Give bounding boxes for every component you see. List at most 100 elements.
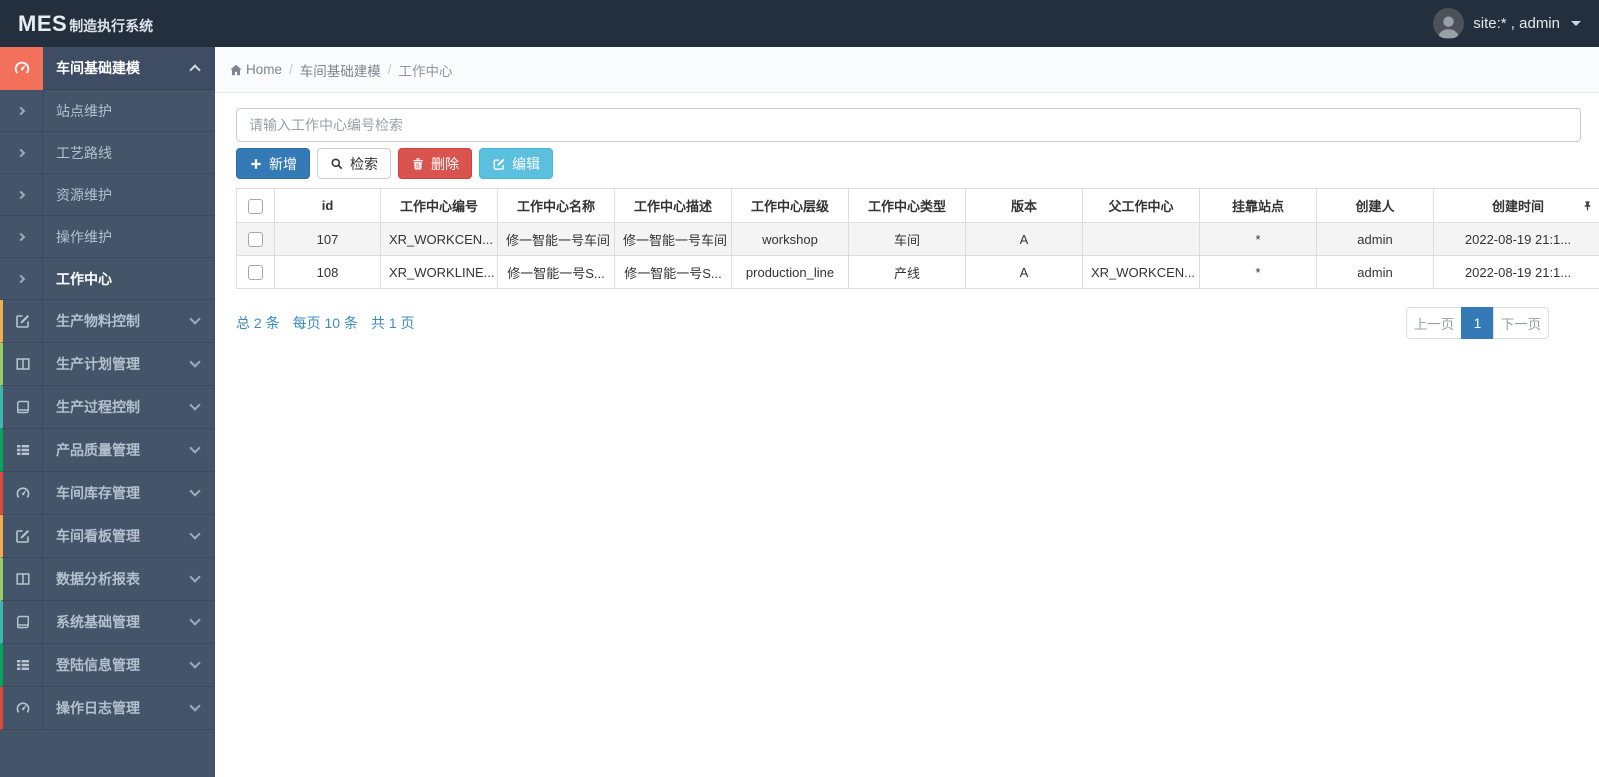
sidebar-item-label: 生产过程控制 — [56, 399, 140, 415]
sidebar-item-label: 车间看板管理 — [56, 528, 140, 544]
columns-icon — [3, 557, 43, 601]
sidebar-item-material-control[interactable]: 生产物料控制 — [0, 299, 215, 343]
row-checkbox[interactable] — [248, 232, 263, 248]
add-button-label: 新增 — [269, 155, 297, 172]
sidebar-item-process-route[interactable]: 工艺路线 — [0, 131, 215, 174]
sidebar-item-label: 工艺路线 — [56, 144, 112, 161]
row-checkbox[interactable] — [248, 265, 263, 281]
sidebar-item-resource-maintenance[interactable]: 资源维护 — [0, 173, 215, 216]
pagination-total: 总 2 条 — [236, 315, 280, 331]
sidebar-item-operation-maintenance[interactable]: 操作维护 — [0, 215, 215, 258]
column-header-type: 工作中心类型 — [848, 188, 966, 223]
delete-button-label: 删除 — [431, 155, 459, 172]
breadcrumb-home-label: Home — [246, 62, 283, 77]
breadcrumb-section-link[interactable]: 车间基础建模 — [300, 60, 381, 80]
column-header-station: 挂靠站点 — [1199, 188, 1317, 223]
column-header-creator: 创建人 — [1316, 188, 1434, 223]
caret-down-icon — [1571, 21, 1581, 26]
sidebar-item-label: 产品质量管理 — [56, 442, 140, 458]
home-icon — [230, 64, 242, 75]
breadcrumb-home-link[interactable]: Home — [229, 62, 282, 77]
cell-station: * — [1199, 255, 1317, 289]
chevron-right-icon — [0, 89, 43, 132]
sidebar-item-plan-management[interactable]: 生产计划管理 — [0, 342, 215, 386]
column-header-id: id — [274, 188, 381, 223]
cell-level: workshop — [731, 222, 849, 256]
chevron-down-icon — [189, 313, 201, 325]
cell-id: 107 — [274, 222, 381, 256]
user-avatar — [1433, 8, 1465, 39]
sidebar-item-label: 工作中心 — [56, 270, 112, 287]
table-row: 108 XR_WORKLINE... 修一智能一号S... 修一智能一号S...… — [236, 255, 1599, 289]
sidebar-item-system-management[interactable]: 系统基础管理 — [0, 600, 215, 644]
cell-created-time: 2022-08-19 21:1... — [1433, 222, 1599, 256]
chevron-down-icon — [189, 614, 201, 626]
column-header-name: 工作中心名称 — [497, 188, 615, 223]
breadcrumb-separator: / — [289, 62, 293, 77]
user-menu[interactable]: site:* , admin — [1433, 8, 1581, 39]
pagination-page-count: 共 1 页 — [370, 315, 415, 331]
search-button[interactable]: 检索 — [317, 148, 391, 179]
user-label: site:* , admin — [1473, 15, 1560, 32]
main-content: Home / 车间基础建模 / 工作中心 新增 检索 删除 — [215, 47, 1599, 777]
cell-id: 108 — [274, 255, 381, 289]
sidebar-item-label: 车间库存管理 — [56, 485, 140, 501]
sidebar-item-login-info-management[interactable]: 登陆信息管理 — [0, 643, 215, 687]
sidebar-group-workshop-modeling[interactable]: 车间基础建模 — [0, 46, 215, 90]
sidebar-item-station-maintenance[interactable]: 站点维护 — [0, 89, 215, 132]
chevron-right-icon — [0, 257, 43, 300]
chevron-down-icon — [189, 700, 201, 712]
search-icon — [331, 157, 343, 169]
edit-button-label: 编辑 — [512, 155, 540, 172]
cell-type: 车间 — [848, 222, 966, 256]
pin-column-icon[interactable] — [1582, 200, 1593, 211]
page-1-button[interactable]: 1 — [1461, 307, 1494, 339]
delete-button[interactable]: 删除 — [398, 148, 472, 179]
column-header-created-time-label: 创建时间 — [1491, 199, 1544, 214]
select-all-checkbox[interactable] — [248, 198, 263, 214]
cell-parent: XR_WORKCEN... — [1082, 255, 1200, 289]
sidebar-item-label: 操作日志管理 — [56, 700, 140, 716]
cell-version: A — [965, 255, 1083, 289]
chevron-up-icon — [189, 64, 201, 76]
pencil-square-icon — [3, 514, 43, 558]
sidebar-item-kanban-management[interactable]: 车间看板管理 — [0, 514, 215, 558]
table-header-row: id 工作中心编号 工作中心名称 工作中心描述 工作中心层级 工作中心类型 版本… — [236, 188, 1599, 223]
brand-primary-text: MES — [18, 10, 68, 36]
chevron-right-icon — [0, 131, 43, 174]
row-select-cell — [236, 222, 275, 256]
book-icon — [3, 385, 43, 429]
sidebar-item-process-control[interactable]: 生产过程控制 — [0, 385, 215, 429]
cell-station: * — [1199, 222, 1317, 256]
sidebar-item-work-center-active[interactable]: 工作中心 — [0, 257, 215, 300]
trash-icon — [413, 157, 423, 170]
list-icon — [3, 428, 43, 472]
chevron-down-icon — [189, 571, 201, 583]
next-page-button[interactable]: 下一页 — [1493, 307, 1549, 339]
book-icon — [3, 600, 43, 644]
search-input[interactable] — [236, 108, 1581, 142]
select-all-cell — [236, 188, 275, 223]
add-button[interactable]: 新增 — [236, 148, 310, 179]
pagination-controls: 上一页 1 下一页 — [1406, 307, 1549, 339]
edit-button[interactable]: 编辑 — [479, 148, 553, 179]
chevron-down-icon — [189, 528, 201, 540]
pencil-square-icon — [3, 299, 43, 343]
breadcrumb-separator: / — [387, 62, 392, 77]
sidebar-item-label: 操作维护 — [56, 228, 112, 245]
brand-logo: MES 制造执行系统 — [18, 11, 153, 37]
edit-icon — [493, 158, 505, 170]
column-header-version: 版本 — [965, 188, 1083, 223]
cell-version: A — [965, 222, 1083, 256]
chevron-down-icon — [189, 657, 201, 669]
sidebar-item-analysis-report[interactable]: 数据分析报表 — [0, 557, 215, 601]
sidebar-item-operation-log-management[interactable]: 操作日志管理 — [0, 686, 215, 730]
pagination: 总 2 条 每页 10 条 共 1 页 上一页 1 下一页 — [236, 307, 1599, 339]
sidebar-item-quality-management[interactable]: 产品质量管理 — [0, 428, 215, 472]
cell-creator: admin — [1316, 222, 1434, 256]
sidebar-item-inventory-management[interactable]: 车间库存管理 — [0, 471, 215, 515]
row-select-cell — [236, 255, 275, 289]
prev-page-button[interactable]: 上一页 — [1406, 307, 1462, 339]
search-button-label: 检索 — [350, 155, 378, 172]
sidebar-item-label: 生产计划管理 — [56, 356, 140, 372]
